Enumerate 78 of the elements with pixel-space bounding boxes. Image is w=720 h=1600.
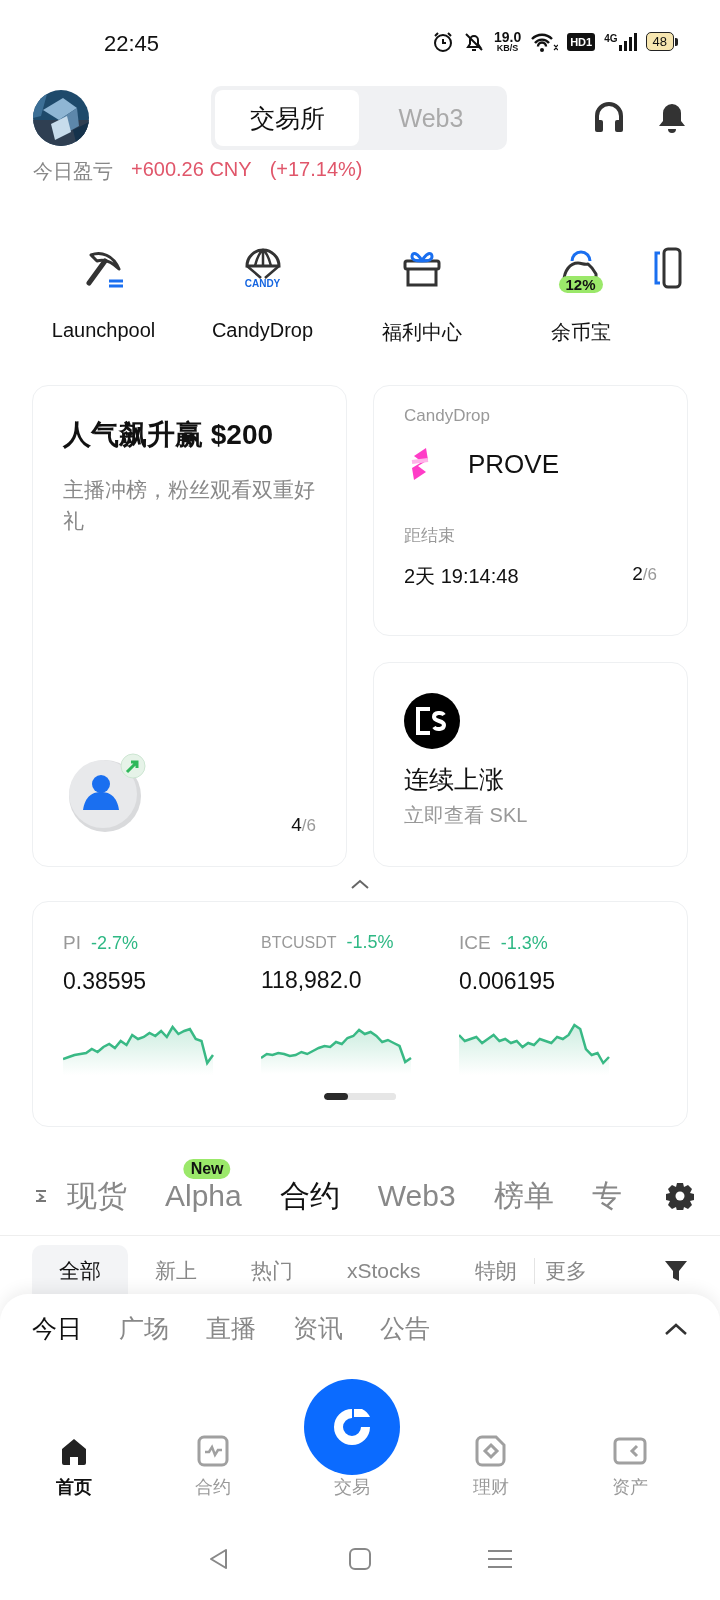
page-counter: 4/6 [291,814,316,836]
market-tab[interactable]: 榜单 [474,1175,573,1217]
feed-tab[interactable]: 公告 [380,1312,467,1345]
market-tab[interactable]: 专 [572,1175,641,1217]
phone-icon [652,247,682,289]
chevron-up-icon [350,878,370,890]
nav-tab[interactable]: 首页 [4,1437,143,1499]
mute-icon [462,30,485,53]
highlight-subtitle: 立即查看 SKL [404,803,529,828]
pnl-label: 今日盈亏 [33,159,113,184]
percent-badge: 12% [558,276,603,293]
pnl-percent: (+17.14%) [269,158,363,182]
price-change: -1.5% [346,932,394,953]
settings-icon[interactable] [666,1182,694,1210]
chevron-up-icon[interactable] [664,1321,688,1336]
price-change: -1.3% [500,933,548,954]
feed-tab[interactable]: 直播 [206,1312,293,1345]
ticker-price: 0.38595 [63,968,148,995]
highlight-title: 连续上涨 [404,764,505,795]
signal-icon [618,32,637,51]
candydrop-card[interactable]: CandyDrop PROVE 距结束 2天 19:14:48 2/6 [373,385,688,636]
feed-tab[interactable]: 资讯 [293,1312,380,1345]
highlight-card[interactable]: 连续上涨 立即查看 SKL [373,662,688,867]
token-name: PROVE [468,448,560,480]
shortcut-item[interactable]: CANDY CandyDrop [183,235,342,371]
chart-icon [196,1435,229,1467]
nav-tab[interactable]: 交易 [282,1379,421,1499]
shortcut-item[interactable]: 12% 余币宝 [501,235,660,371]
coin-logo-icon [404,693,460,749]
filter-tab[interactable]: 特朗 [447,1245,544,1297]
segment-tab[interactable]: 交易所 [215,90,359,146]
price-change: -2.7% [90,933,138,954]
filter-tab[interactable]: xStocks [320,1247,448,1295]
wallet-icon [612,1435,647,1467]
feed-tab[interactable]: 今日 [32,1312,119,1345]
bell-icon[interactable] [657,102,687,134]
filter-tab[interactable]: 热门 [224,1245,320,1297]
filter-icon[interactable] [664,1259,688,1283]
market-tab[interactable]: Web3 [358,1179,475,1213]
filter-tab[interactable]: 全部 [32,1245,128,1297]
battery-indicator: 48 [645,32,678,51]
shortcut-item[interactable]: 福利中心 [342,235,501,371]
alarm-icon [431,30,454,53]
headset-icon[interactable] [593,102,625,134]
ticker-price: 0.006195 [459,968,556,995]
countdown-label: 距结束 [404,525,456,547]
more-button[interactable]: 更多 [544,1257,587,1285]
segment-tab[interactable]: Web3 [359,90,503,146]
feed-tab[interactable]: 广场 [119,1312,206,1345]
countdown-time: 2天 19:14:48 [404,564,519,589]
promo-title: 人气飙升赢 $200 [63,418,275,452]
clock-time: 22:45 [104,31,160,57]
nav-tab[interactable]: 理财 [421,1435,560,1499]
nav-tab[interactable]: 合约 [143,1435,282,1499]
card-label: CandyDrop [404,406,491,426]
hd-badge: HD1 [567,32,596,51]
parachute-icon: CANDY [242,248,283,289]
diamond-icon [474,1435,507,1467]
promo-card[interactable]: 人气飙升赢 $200 主播冲榜，粉丝观看双重好礼 4/6 [32,385,347,867]
ticker-symbol: ICE [459,932,491,954]
market-tab[interactable]: 合约 [260,1175,359,1217]
nav-tab[interactable]: 资产 [560,1435,699,1499]
ticker-price: 118,982.0 [261,967,363,994]
sigma-icon [34,1189,48,1203]
ticker-symbol: BTCUSDT [261,934,337,952]
market-tab[interactable]: Alpha [146,1179,261,1213]
menu-icon[interactable] [488,1547,512,1571]
filter-tab[interactable]: 新上 [128,1245,224,1297]
signal-indicator: 4G [604,32,637,51]
network-speed: 19.0 KB/S [493,30,522,53]
home-square-icon[interactable] [348,1547,372,1571]
market-tab[interactable]: 现货 [48,1175,146,1217]
shortcut-item[interactable]: Launchpool [24,235,183,371]
pnl-amount: +600.26 CNY [131,158,252,182]
page-counter: 2/6 [632,563,657,586]
ticker-symbol: PI [63,932,81,954]
promo-subtitle: 主播冲榜，粉丝观看双重好礼 [63,477,316,534]
new-badge: New [183,1159,231,1179]
